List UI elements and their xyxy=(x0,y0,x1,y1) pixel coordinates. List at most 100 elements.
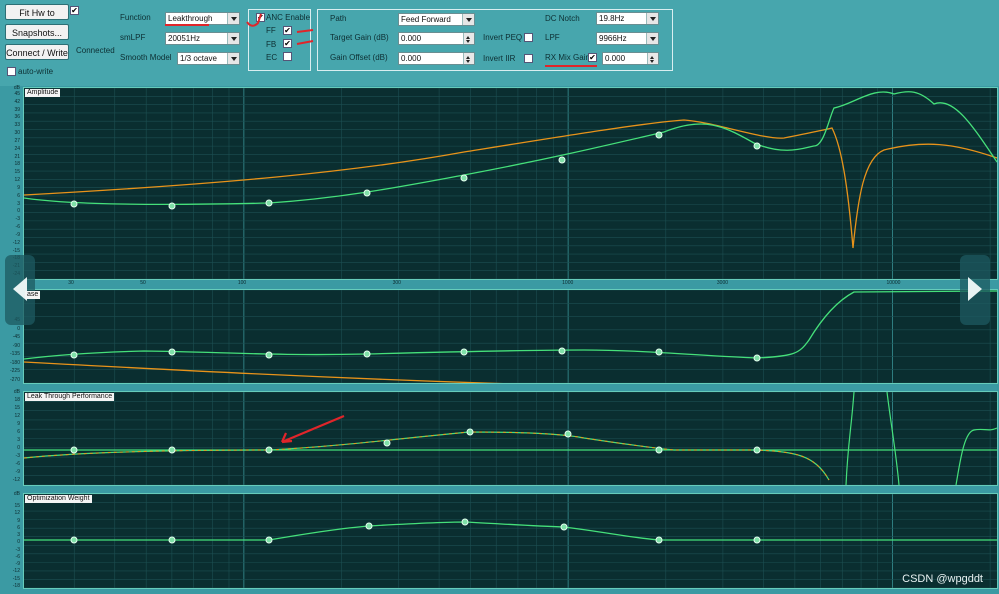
y-tick-label: 0 xyxy=(17,208,20,215)
anchor-points xyxy=(70,428,761,454)
target-gain-label: Target Gain (dB) xyxy=(330,33,389,42)
anchor-point[interactable] xyxy=(564,430,572,438)
invert-peq-checkbox[interactable] xyxy=(524,33,533,42)
anchor-point[interactable] xyxy=(558,156,566,164)
next-arrow-button[interactable] xyxy=(960,255,990,325)
dc-notch-select[interactable]: 19.8Hz xyxy=(596,12,659,25)
dc-notch-value: 19.8Hz xyxy=(599,14,625,23)
anchor-point[interactable] xyxy=(383,439,391,447)
connect-write-button[interactable]: Connect / Write xyxy=(5,44,69,60)
rx-mix-gain-checkbox[interactable]: ✔ xyxy=(588,53,597,62)
y-tick-label: 6 xyxy=(17,524,20,531)
fit-hw-checkbox[interactable]: ✔ xyxy=(70,6,79,15)
anchor-point[interactable] xyxy=(753,142,761,150)
function-label: Function xyxy=(120,13,151,22)
anchor-point[interactable] xyxy=(753,354,761,362)
y-tick-label: 9 xyxy=(17,421,20,427)
anchor-point[interactable] xyxy=(168,446,176,454)
chevron-down-icon xyxy=(646,33,658,44)
anchor-point[interactable] xyxy=(265,351,273,359)
anchor-point[interactable] xyxy=(460,174,468,182)
y-tick-label: 45 xyxy=(14,91,20,97)
leak-through-panel: Leak Through Performance xyxy=(23,391,998,486)
anchor-point[interactable] xyxy=(466,428,474,436)
anchor-point[interactable] xyxy=(265,199,273,207)
amplitude-title: Amplitude xyxy=(25,89,61,97)
y-tick-label: -9 xyxy=(15,469,20,475)
previous-arrow-button[interactable] xyxy=(5,255,35,325)
spinner-icon[interactable] xyxy=(463,33,474,44)
y-tick-label: -6 xyxy=(15,553,20,560)
lpf-select[interactable]: 9966Hz xyxy=(596,32,659,45)
gain-offset-label: Gain Offset (dB) xyxy=(330,53,388,62)
anchor-point[interactable] xyxy=(363,189,371,197)
chevron-down-icon xyxy=(227,33,239,44)
rx-mix-gain-input[interactable]: 0.000 xyxy=(602,52,659,65)
anchor-point[interactable] xyxy=(363,350,371,358)
watermark: CSDN @wpgddt xyxy=(902,573,983,585)
anchor-point[interactable] xyxy=(753,446,761,454)
y-tick-label: 6 xyxy=(17,429,20,435)
anchor-point[interactable] xyxy=(70,446,78,454)
anchor-point[interactable] xyxy=(655,446,663,454)
y-tick-label: 9 xyxy=(17,517,20,524)
y-tick-label: 21 xyxy=(14,153,20,160)
anchor-point[interactable] xyxy=(461,518,469,526)
optimization-weight-plot[interactable] xyxy=(24,494,997,588)
anchor-point[interactable] xyxy=(655,536,663,544)
anchor-point[interactable] xyxy=(70,351,78,359)
y-tick-label: 15 xyxy=(14,169,20,176)
anchor-point[interactable] xyxy=(365,522,373,530)
anchor-point[interactable] xyxy=(655,131,663,139)
y-tick-label: 3 xyxy=(17,532,20,539)
optimization-weight-title: Optimization Weight xyxy=(25,495,92,503)
smlpf-label: smLPF xyxy=(120,33,146,42)
anchor-point[interactable] xyxy=(460,348,468,356)
anchor-point[interactable] xyxy=(560,523,568,531)
spinner-icon[interactable] xyxy=(463,53,474,64)
y-tick-label: 0 xyxy=(17,445,20,451)
y-tick-label: 36 xyxy=(14,114,20,121)
snapshots-button[interactable]: Snapshots... xyxy=(5,24,69,40)
y-tick-label: -18 xyxy=(12,583,20,589)
anchor-point[interactable] xyxy=(70,200,78,208)
anchor-points xyxy=(70,131,761,210)
y-tick-label: -270 xyxy=(9,377,20,383)
anchor-point[interactable] xyxy=(168,348,176,356)
target-gain-value: 0.000 xyxy=(401,34,422,43)
anchor-point[interactable] xyxy=(70,536,78,544)
leak-through-plot[interactable] xyxy=(24,392,997,485)
lpf-value: 9966Hz xyxy=(599,34,627,43)
ec-checkbox[interactable] xyxy=(283,52,292,61)
anchor-point[interactable] xyxy=(558,347,566,355)
auto-write-checkbox[interactable] xyxy=(7,67,16,76)
fit-hw-to-target-button[interactable]: Fit Hw to Target xyxy=(5,4,69,34)
rx-mix-gain-value: 0.000 xyxy=(605,54,626,63)
path-select[interactable]: Feed Forward xyxy=(398,13,475,26)
phase-plot[interactable] xyxy=(24,290,997,383)
smooth-model-select[interactable]: 1/3 octave xyxy=(177,52,240,65)
function-value: Leakthrough xyxy=(168,14,213,23)
anchor-point[interactable] xyxy=(753,536,761,544)
target-performance-curve xyxy=(24,431,830,481)
chevron-down-icon xyxy=(462,14,474,25)
invert-iir-checkbox[interactable] xyxy=(524,54,533,63)
y-tick-label: -15 xyxy=(12,247,20,254)
anchor-point[interactable] xyxy=(265,536,273,544)
anchor-points xyxy=(70,518,761,544)
y-tick-label: -15 xyxy=(12,575,20,582)
y-tick-label: 39 xyxy=(14,106,20,113)
target-phase-curve xyxy=(24,361,504,383)
x-tick-label: 30 xyxy=(68,280,74,286)
spinner-icon[interactable] xyxy=(647,53,658,64)
phase-panel: ase xyxy=(23,289,998,384)
anchor-point[interactable] xyxy=(265,446,273,454)
anchor-point[interactable] xyxy=(655,348,663,356)
y-tick-label: 12 xyxy=(14,510,20,517)
gain-offset-input[interactable]: 0.000 xyxy=(398,52,475,65)
smlpf-select[interactable]: 20051Hz xyxy=(165,32,240,45)
anchor-point[interactable] xyxy=(168,202,176,210)
anchor-point[interactable] xyxy=(168,536,176,544)
target-gain-input[interactable]: 0.000 xyxy=(398,32,475,45)
amplitude-plot[interactable] xyxy=(24,88,997,279)
